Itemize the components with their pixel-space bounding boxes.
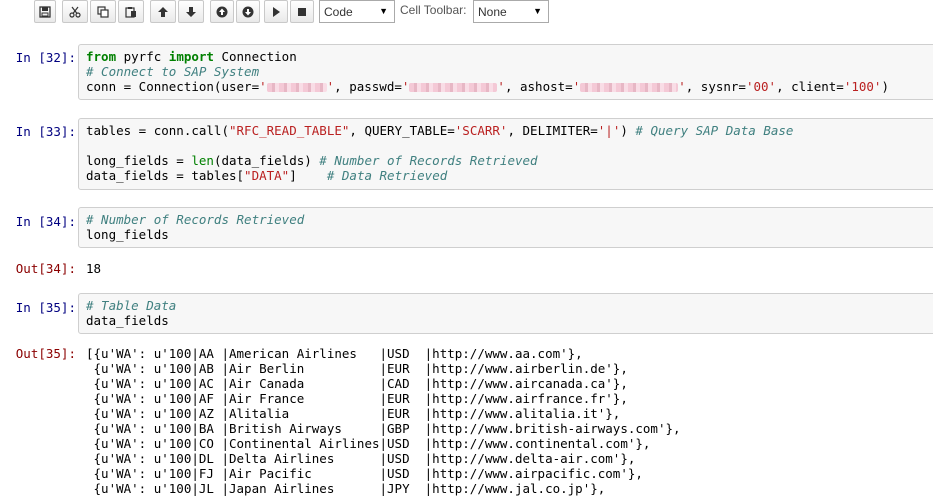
chevron-down-icon: ▼ <box>379 6 388 16</box>
output-line: {u'WA': u'100|AB |Air Berlin |EUR |http:… <box>86 361 628 376</box>
output-line: {u'WA': u'100|AC |Air Canada |CAD |http:… <box>86 376 628 391</box>
cell-toolbar-value: None <box>478 4 507 19</box>
code-comment: # Data Retrieved <box>326 168 448 183</box>
output-line: {u'WA': u'100|BA |British Airways |GBP |… <box>86 421 681 436</box>
string-quote: ' <box>678 79 686 94</box>
builtin: len <box>191 153 214 168</box>
redacted-password <box>409 83 498 92</box>
notebook-toolbar: Code ▼ Cell Toolbar: None ▼ <box>0 0 933 26</box>
code-token: conn = Connection(user= <box>86 79 260 94</box>
code-input[interactable]: # Table Data data_fields <box>78 293 933 334</box>
code-token: , sysnr= <box>685 79 746 94</box>
code-comment: # Connect to SAP System <box>86 64 260 79</box>
move-up-button[interactable] <box>150 0 176 23</box>
output-line: {u'WA': u'100|DL |Delta Airlines |USD |h… <box>86 451 636 466</box>
redacted-host <box>580 83 679 92</box>
code-token: ] <box>289 168 327 183</box>
save-icon <box>39 5 51 18</box>
code-token: data_fields = tables[ <box>86 168 245 183</box>
cell-toolbar-label: Cell Toolbar: <box>400 3 467 17</box>
code-string: '|' <box>597 123 621 138</box>
cut-icon <box>69 6 81 18</box>
move-up-icon <box>158 6 168 17</box>
code-text: # Table Data data_fields <box>86 298 929 328</box>
string-quote: ' <box>259 79 267 94</box>
string-quote: ' <box>497 79 505 94</box>
code-token: (data_fields) <box>213 153 320 168</box>
code-token: , DELIMITER= <box>507 123 598 138</box>
code-string: '100' <box>843 79 882 94</box>
run-button[interactable] <box>264 0 288 23</box>
stop-icon <box>298 7 306 16</box>
code-text: from pyrfc import Connection # Connect t… <box>86 49 929 94</box>
run-icon <box>273 6 280 17</box>
input-prompt: In [33]: <box>15 124 76 139</box>
insert-above-icon <box>216 6 228 17</box>
paste-icon <box>125 6 136 18</box>
code-token: data_fields <box>86 313 169 328</box>
code-cell-35: In [35]: # Table Data data_fields Out[35… <box>0 293 933 496</box>
cell-type-select[interactable]: Code ▼ <box>319 0 395 23</box>
code-token: ) <box>620 123 636 138</box>
code-token: , ashost= <box>504 79 573 94</box>
cell-output: 18 <box>86 261 102 276</box>
copy-button[interactable] <box>90 0 116 23</box>
move-down-icon <box>186 6 196 17</box>
code-token: long_fields = <box>86 153 192 168</box>
code-comment: # Table Data <box>86 298 177 313</box>
code-token: long_fields <box>86 227 169 242</box>
code-string: '00' <box>745 79 777 94</box>
code-text: # Number of Records Retrieved long_field… <box>86 212 929 242</box>
insert-below-icon <box>242 6 254 17</box>
code-token: tables = conn.call( <box>86 123 229 138</box>
output-line: {u'WA': u'100|FJ |Air Pacific |USD |http… <box>86 466 643 481</box>
redacted-user <box>266 83 327 92</box>
input-prompt: In [34]: <box>15 214 76 229</box>
chevron-down-icon: ▼ <box>533 6 542 16</box>
code-token: ) <box>881 79 889 94</box>
move-down-button[interactable] <box>178 0 204 23</box>
string-quote: ' <box>401 79 410 94</box>
code-token: pyrfc <box>116 49 169 64</box>
code-token: Connection <box>213 49 297 64</box>
code-text: tables = conn.call("RFC_READ_TABLE", QUE… <box>86 123 929 183</box>
code-input[interactable]: # Number of Records Retrieved long_field… <box>78 207 933 248</box>
cell-toolbar-select[interactable]: None ▼ <box>473 0 549 23</box>
code-input[interactable]: tables = conn.call("RFC_READ_TABLE", QUE… <box>78 118 933 190</box>
code-token: , passwd= <box>334 79 402 94</box>
keyword: import <box>168 49 214 64</box>
stop-button[interactable] <box>290 0 314 23</box>
cell-output: [{u'WA': u'100|AA |American Airlines |US… <box>86 346 681 496</box>
cell-type-value: Code <box>324 4 353 19</box>
output-line: {u'WA': u'100|CO |Continental Airlines|U… <box>86 436 651 451</box>
save-button[interactable] <box>34 0 56 23</box>
input-prompt: In [32]: <box>15 50 76 65</box>
output-prompt: Out[35]: <box>15 346 76 361</box>
code-comment: # Number of Records Retrieved <box>86 212 305 227</box>
paste-button[interactable] <box>118 0 144 23</box>
output-line: {u'WA': u'100|AF |Air France |EUR |http:… <box>86 391 628 406</box>
keyword: from <box>86 49 117 64</box>
code-input[interactable]: from pyrfc import Connection # Connect t… <box>78 44 933 100</box>
copy-icon <box>97 5 109 18</box>
code-token: , client= <box>776 79 844 94</box>
code-string: "DATA" <box>244 168 290 183</box>
code-string: "RFC_READ_TABLE" <box>229 123 350 138</box>
code-string: 'SCARR' <box>454 123 508 138</box>
code-token: , QUERY_TABLE= <box>349 123 455 138</box>
insert-above-button[interactable] <box>210 0 234 23</box>
output-prompt: Out[34]: <box>15 261 76 276</box>
code-comment: # Number of Records Retrieved <box>319 153 538 168</box>
cut-button[interactable] <box>62 0 88 23</box>
code-comment: # Query SAP Data Base <box>635 123 794 138</box>
output-line: [{u'WA': u'100|AA |American Airlines |US… <box>86 346 583 361</box>
insert-below-button[interactable] <box>236 0 260 23</box>
output-line: {u'WA': u'100|AZ |Alitalia |EUR |http://… <box>86 406 621 421</box>
string-quote: ' <box>572 79 581 94</box>
input-prompt: In [35]: <box>15 300 76 315</box>
